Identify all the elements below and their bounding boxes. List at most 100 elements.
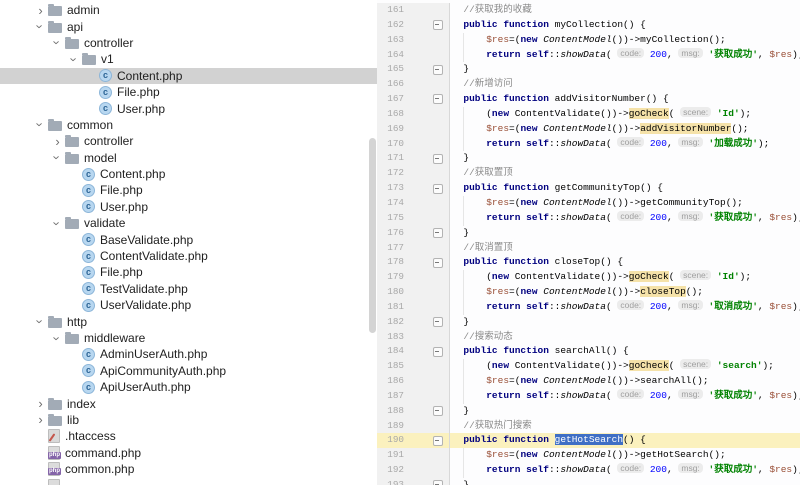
fold-marker-icon[interactable]	[433, 257, 443, 268]
chevron-down-icon[interactable]	[50, 332, 65, 345]
code-line[interactable]: //获取置顶	[450, 166, 800, 181]
editor-line-187: 187 return self::showData( code: 200, ms…	[377, 388, 800, 404]
chevron-down-icon[interactable]	[67, 53, 82, 66]
tree-item-file-php[interactable]: File.php	[0, 264, 377, 280]
fold-marker-icon[interactable]	[433, 346, 443, 357]
code-line[interactable]: //获取我的收藏	[450, 3, 800, 18]
code-line[interactable]: $res=(new ContentModel())->myCollection(…	[450, 32, 800, 48]
tree-item-content-php[interactable]: Content.php	[0, 166, 377, 182]
tree-item-uservalidate-php[interactable]: UserValidate.php	[0, 297, 377, 313]
code-line[interactable]: $res=(new ContentModel())->getHotSearch(…	[450, 448, 800, 464]
line-number: 161	[387, 4, 404, 15]
tree-item-controller[interactable]: controller	[0, 35, 377, 51]
code-line[interactable]: }	[450, 315, 800, 330]
code-line[interactable]: }	[450, 151, 800, 166]
tree-item-user-php[interactable]: User.php	[0, 100, 377, 116]
chevron-down-icon[interactable]	[33, 20, 48, 33]
tree-item-common[interactable]: common	[0, 117, 377, 133]
fold-marker-icon[interactable]	[433, 228, 443, 239]
tree-item--htaccess[interactable]: .htaccess	[0, 428, 377, 444]
chevron-right-icon[interactable]	[50, 135, 65, 148]
tree-item-v1[interactable]: v1	[0, 51, 377, 67]
fold-marker-icon[interactable]	[433, 406, 443, 417]
code-line[interactable]: }	[450, 478, 800, 485]
code-line[interactable]: public function closeTop() {	[450, 255, 800, 270]
code-line[interactable]: $res=(new ContentModel())->getCommunityT…	[450, 195, 800, 211]
fold-marker-icon[interactable]	[433, 317, 443, 328]
tree-item-label: .htaccess	[65, 429, 116, 444]
tree-item-lib[interactable]: lib	[0, 412, 377, 428]
code-line[interactable]: public function addVisitorNumber() {	[450, 92, 800, 107]
project-tree: adminapicontrollerv1Content.phpFile.phpU…	[0, 0, 377, 485]
code-token: );	[792, 48, 800, 60]
chevron-down-icon[interactable]	[50, 151, 65, 164]
code-line[interactable]: }	[450, 404, 800, 419]
tree-item-admin[interactable]: admin	[0, 2, 377, 18]
code-line[interactable]: return self::showData( code: 200, msg: '…	[450, 463, 800, 478]
tree-item-apiuserauth-php[interactable]: ApiUserAuth.php	[0, 379, 377, 395]
fold-marker-icon[interactable]	[433, 64, 443, 75]
tree-item-basevalidate-php[interactable]: BaseValidate.php	[0, 231, 377, 247]
code-line[interactable]: //取消置顶	[450, 241, 800, 256]
tree-item-middleware[interactable]: middleware	[0, 330, 377, 346]
code-line[interactable]: return self::showData( code: 200, msg: '…	[450, 136, 800, 152]
tree-item-partial[interactable]	[0, 477, 377, 485]
code-token: //搜索动态	[452, 330, 513, 342]
fold-marker-icon[interactable]	[433, 183, 443, 194]
code-line[interactable]: //搜索动态	[450, 330, 800, 345]
tree-item-model[interactable]: model	[0, 150, 377, 166]
code-line[interactable]: }	[450, 62, 800, 77]
fold-marker-icon[interactable]	[433, 20, 443, 31]
tree-item-file-php[interactable]: File.php	[0, 84, 377, 100]
code-line[interactable]: return self::showData( code: 200, msg: '…	[450, 210, 800, 226]
code-token: 'search'	[716, 360, 763, 372]
tree-item-validate[interactable]: validate	[0, 215, 377, 231]
fold-marker-icon[interactable]	[433, 435, 443, 446]
code-line[interactable]: //新增访问	[450, 77, 800, 92]
tree-item-adminuserauth-php[interactable]: AdminUserAuth.php	[0, 346, 377, 362]
code-line[interactable]: (new ContentValidate())->goCheck( scene:…	[450, 270, 800, 285]
tree-item-api[interactable]: api	[0, 18, 377, 34]
code-line[interactable]: (new ContentValidate())->goCheck( scene:…	[450, 106, 800, 122]
tree-item-contentvalidate-php[interactable]: ContentValidate.php	[0, 248, 377, 264]
code-line[interactable]: $res=(new ContentModel())->closeTop();	[450, 285, 800, 300]
fold-marker-icon[interactable]	[433, 94, 443, 105]
fold-marker-icon[interactable]	[433, 480, 443, 485]
code-line[interactable]: //获取热门搜索	[450, 419, 800, 434]
chevron-down-icon[interactable]	[50, 36, 65, 49]
code-line[interactable]: }	[450, 226, 800, 241]
tree-item-http[interactable]: http	[0, 313, 377, 329]
chevron-right-icon[interactable]	[33, 413, 48, 426]
code-token: );	[792, 300, 800, 312]
code-line[interactable]: (new ContentValidate())->goCheck( scene:…	[450, 359, 800, 374]
tree-item-testvalidate-php[interactable]: TestValidate.php	[0, 281, 377, 297]
code-line[interactable]: public function myCollection() {	[450, 18, 800, 33]
tree-item-user-php[interactable]: User.php	[0, 199, 377, 215]
fold-marker-icon[interactable]	[433, 153, 443, 164]
tree-item-apicommunityauth-php[interactable]: ApiCommunityAuth.php	[0, 363, 377, 379]
code-line[interactable]: public function getHotSearch() {	[450, 433, 800, 449]
folder-icon	[48, 4, 62, 17]
code-line[interactable]: return self::showData( code: 200, msg: '…	[450, 47, 800, 63]
chevron-down-icon[interactable]	[33, 315, 48, 328]
code-token: msg:	[678, 388, 703, 399]
code-line[interactable]: public function searchAll() {	[450, 344, 800, 359]
php-file-icon	[48, 478, 61, 485]
tree-item-command-php[interactable]: command.php	[0, 445, 377, 461]
tree-item-controller[interactable]: controller	[0, 133, 377, 149]
code-line[interactable]: return self::showData( code: 200, msg: '…	[450, 299, 800, 315]
chevron-right-icon[interactable]	[33, 4, 48, 17]
php-class-icon	[82, 183, 95, 197]
chevron-right-icon[interactable]	[33, 397, 48, 410]
code-line[interactable]: $res=(new ContentModel())->addVisitorNum…	[450, 121, 800, 137]
tree-item-content-php[interactable]: Content.php	[0, 67, 377, 84]
code-line[interactable]: $res=(new ContentModel())->searchAll();	[450, 374, 800, 389]
tree-item-file-php[interactable]: File.php	[0, 182, 377, 198]
code-line[interactable]: public function getCommunityTop() {	[450, 181, 800, 196]
chevron-down-icon[interactable]	[33, 118, 48, 131]
tree-scrollbar[interactable]	[369, 138, 376, 333]
tree-item-index[interactable]: index	[0, 395, 377, 411]
code-line[interactable]: return self::showData( code: 200, msg: '…	[450, 388, 800, 404]
tree-item-common-php[interactable]: common.php	[0, 461, 377, 477]
chevron-down-icon[interactable]	[50, 217, 65, 230]
